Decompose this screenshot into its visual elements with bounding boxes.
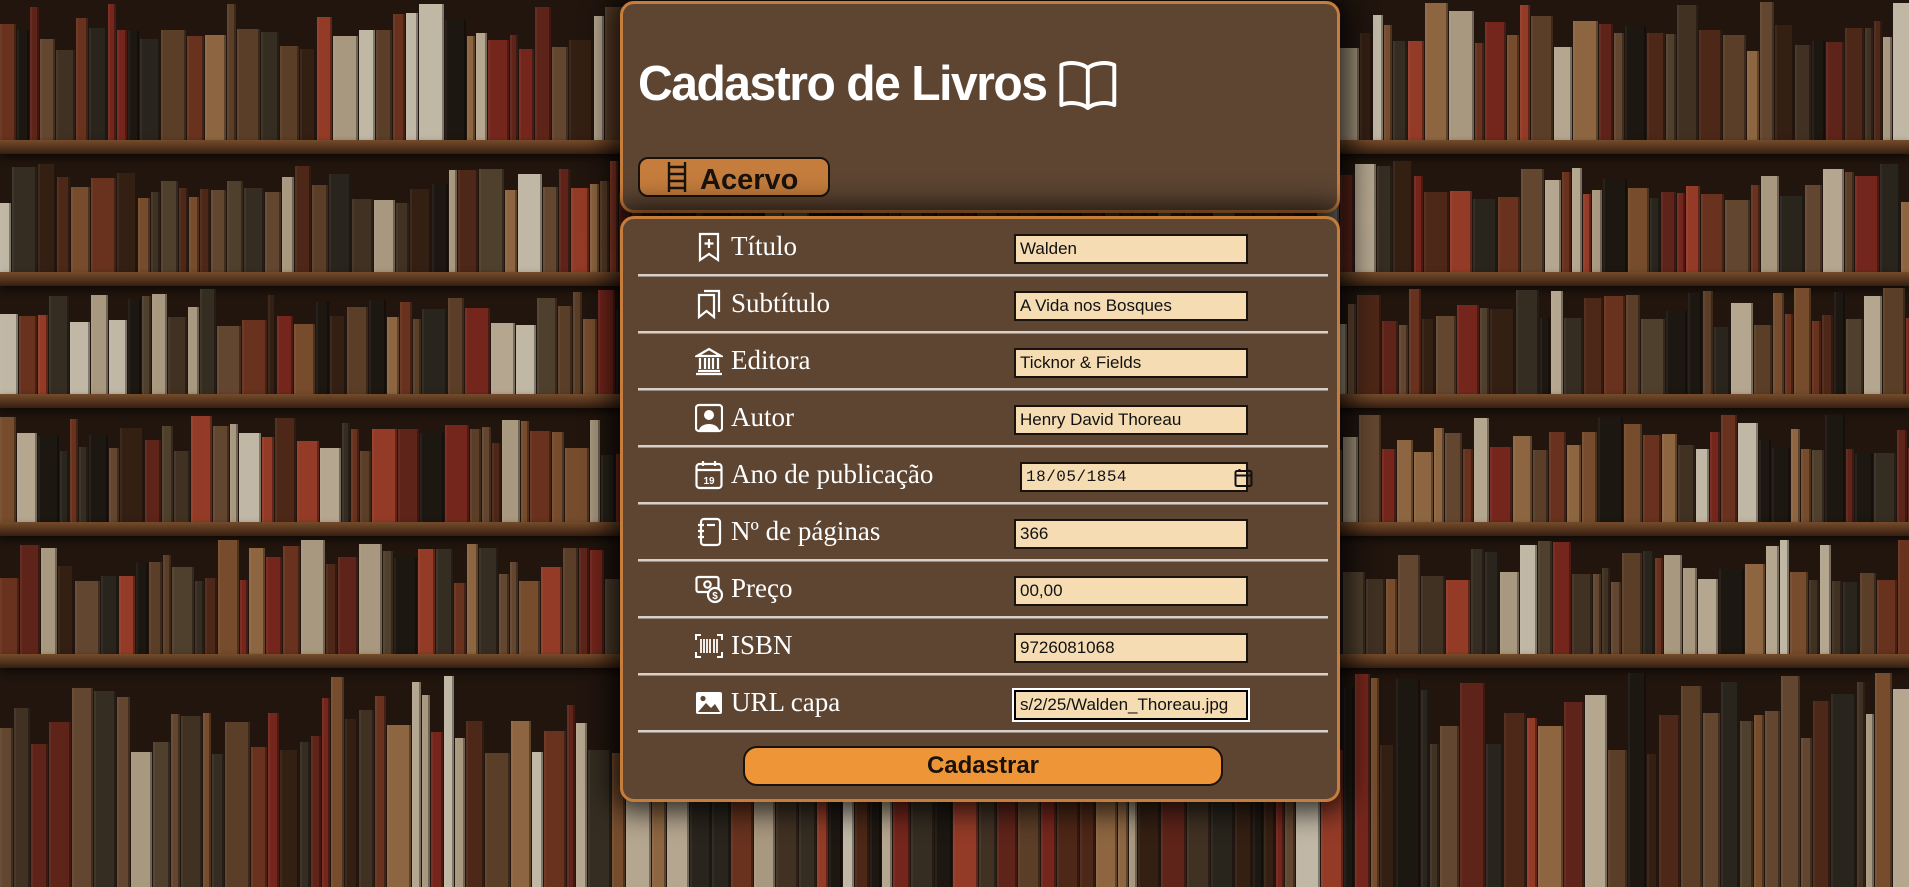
editora-label: Editora (692, 345, 811, 376)
isbn-label: ISBN (695, 630, 793, 661)
header-panel: Cadastro de Livros Acervo (620, 1, 1340, 213)
bookmarks-icon (695, 289, 723, 319)
ano-publicacao-label-text: Ano de publicação (731, 459, 934, 489)
form-row-isbn: ISBN (638, 618, 1328, 675)
page-title: Cadastro de Livros (638, 56, 1117, 112)
paginas-input[interactable] (1014, 519, 1248, 549)
svg-text:$: $ (712, 591, 718, 602)
person-square-icon (694, 403, 724, 433)
url-capa-label-text: URL capa (731, 687, 841, 717)
subtitulo-input[interactable] (1014, 291, 1248, 321)
editora-input[interactable] (1014, 348, 1248, 378)
form-row-autor: Autor (638, 390, 1328, 447)
bank-icon (692, 346, 726, 376)
autor-label: Autor (694, 402, 794, 433)
editora-label-text: Editora (731, 345, 811, 375)
url-capa-input[interactable] (1014, 690, 1248, 720)
form-row-subtitulo: Subtítulo (638, 276, 1328, 333)
journal-icon (695, 517, 723, 547)
preco-input[interactable] (1014, 576, 1248, 606)
calendar-date-icon: 19 (695, 460, 723, 490)
cadastrar-button[interactable]: Cadastrar (743, 746, 1223, 786)
form-row-paginas: Nº de páginas (638, 504, 1328, 561)
form-row-url-capa: URL capa (638, 675, 1328, 732)
form-row-preco: $ Preço (638, 561, 1328, 618)
paginas-label: Nº de páginas (695, 516, 880, 547)
ano-publicacao-date-input[interactable] (1020, 462, 1248, 492)
subtitulo-label-text: Subtítulo (731, 288, 831, 318)
acervo-button[interactable]: Acervo (638, 157, 830, 197)
paginas-label-text: Nº de páginas (731, 516, 881, 546)
acervo-label: Acervo (700, 163, 799, 196)
preco-label: $ Preço (695, 573, 792, 604)
book-open-icon (1058, 58, 1117, 110)
titulo-label: Título (695, 231, 797, 262)
ladder-icon (664, 161, 690, 193)
preco-label-text: Preço (731, 573, 793, 603)
form-row-titulo: Título (638, 219, 1328, 276)
page-title-text: Cadastro de Livros (638, 57, 1048, 111)
cash-coin-icon: $ (695, 574, 724, 604)
svg-text:19: 19 (703, 476, 715, 487)
ano-publicacao-label: 19 Ano de publicação (695, 459, 933, 490)
book-form: Título Subtítulo Editora Autor (620, 216, 1340, 802)
autor-input[interactable] (1014, 405, 1248, 435)
subtitulo-label: Subtítulo (695, 288, 830, 319)
autor-label-text: Autor (731, 402, 794, 432)
isbn-label-text: ISBN (731, 630, 793, 660)
form-row-editora: Editora (638, 333, 1328, 390)
bookmark-plus-icon (695, 232, 723, 262)
url-capa-label: URL capa (695, 687, 840, 718)
titulo-input[interactable] (1014, 234, 1248, 264)
image-icon (695, 688, 723, 718)
barcode-icon (695, 631, 723, 661)
titulo-label-text: Título (731, 231, 797, 261)
calendar-picker-icon[interactable] (1234, 468, 1253, 487)
form-row-ano-publicacao: 19 Ano de publicação (638, 447, 1328, 504)
isbn-input[interactable] (1014, 633, 1248, 663)
